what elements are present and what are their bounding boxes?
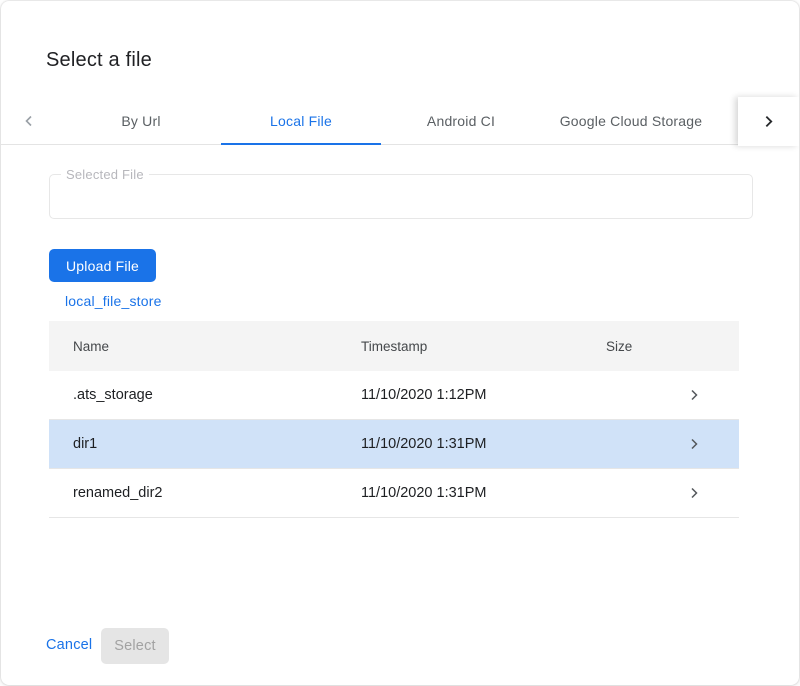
file-name: .ats_storage — [73, 387, 153, 403]
selected-file-field[interactable]: Selected File — [49, 174, 753, 219]
table-row-selected[interactable]: dir1 11/10/2020 1:31PM — [49, 420, 739, 469]
breadcrumb[interactable]: local_file_store — [65, 293, 162, 309]
chevron-right-icon[interactable] — [687, 388, 701, 402]
chevron-right-icon — [762, 115, 775, 128]
tab-local-file[interactable]: Local File — [221, 97, 381, 145]
select-file-dialog: Select a file By Url Local File Android … — [1, 1, 799, 685]
file-timestamp: 11/10/2020 1:31PM — [361, 485, 487, 501]
tab-bar: By Url Local File Android CI Google Clou… — [1, 97, 799, 145]
column-header-size: Size — [606, 339, 632, 354]
table-row[interactable]: renamed_dir2 11/10/2020 1:31PM — [49, 469, 739, 518]
tab-google-cloud-storage[interactable]: Google Cloud Storage — [541, 97, 721, 145]
page-title: Select a file — [46, 49, 152, 72]
column-header-name: Name — [73, 339, 109, 354]
chevron-left-icon — [23, 115, 35, 127]
file-table: Name Timestamp Size .ats_storage 11/10/2… — [49, 321, 739, 518]
table-row[interactable]: .ats_storage 11/10/2020 1:12PM — [49, 371, 739, 420]
file-timestamp: 11/10/2020 1:12PM — [361, 387, 487, 403]
selected-file-label: Selected File — [61, 167, 149, 182]
tab-by-url[interactable]: By Url — [61, 97, 221, 145]
chevron-right-icon[interactable] — [687, 437, 701, 451]
column-header-timestamp: Timestamp — [361, 339, 427, 354]
table-header-row: Name Timestamp Size — [49, 321, 739, 371]
file-name: dir1 — [73, 436, 97, 452]
cancel-button[interactable]: Cancel — [46, 637, 92, 653]
tab-strip: By Url Local File Android CI Google Clou… — [61, 97, 721, 145]
tabs-prev-button[interactable] — [1, 97, 57, 145]
tab-android-ci[interactable]: Android CI — [381, 97, 541, 145]
select-button[interactable]: Select — [101, 628, 169, 664]
chevron-right-icon[interactable] — [687, 486, 701, 500]
file-name: renamed_dir2 — [73, 485, 162, 501]
tabs-next-button[interactable] — [738, 97, 799, 146]
upload-file-button[interactable]: Upload File — [49, 249, 156, 282]
file-timestamp: 11/10/2020 1:31PM — [361, 436, 487, 452]
